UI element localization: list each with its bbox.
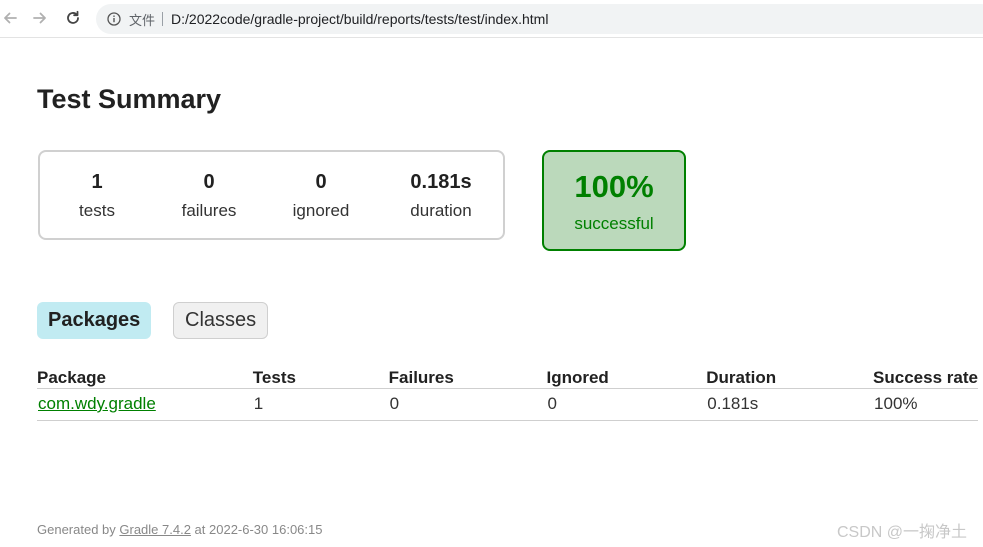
ignored-counter: 0 ignored [272,170,370,221]
browser-toolbar: 文件 D:/2022code/gradle-project/build/repo… [0,0,983,38]
cell-duration: 0.181s [706,388,874,421]
success-rate-box: 100% successful [542,150,686,251]
summary-box: 1 tests 0 failures 0 ignored 0.181s dura… [38,150,505,240]
failures-counter: 0 failures [160,170,258,221]
table-row: com.wdy.gradle 1 0 0 0.181s 100% [37,388,978,421]
tab-classes[interactable]: Classes [173,302,269,339]
address-separator [162,12,164,26]
footer: Generated by Gradle 7.4.2 at 2022-6-30 1… [37,522,323,537]
duration-counter: 0.181s duration [386,170,496,221]
success-rate-value: 100% [574,169,654,204]
header-package: Package [37,366,253,389]
forward-button[interactable] [28,6,52,30]
reload-button[interactable] [61,6,85,30]
failures-value: 0 [203,171,215,193]
header-ignored: Ignored [546,366,707,389]
back-button[interactable] [0,6,22,30]
ignored-value: 0 [315,171,327,193]
header-failures: Failures [388,366,547,389]
tests-value: 1 [91,171,103,193]
cell-ignored: 0 [546,388,707,421]
header-duration: Duration [706,366,874,389]
table-header-row: Package Tests Failures Ignored Duration … [37,366,978,389]
url-text[interactable]: D:/2022code/gradle-project/build/reports… [171,11,548,27]
footer-prefix: Generated by [37,522,120,537]
ignored-label: ignored [292,201,350,220]
tab-packages[interactable]: Packages [37,302,152,339]
duration-label: duration [410,201,472,220]
cell-failures: 0 [388,388,547,421]
info-icon[interactable] [106,12,121,27]
cell-success-rate: 100% [873,388,978,421]
success-rate-label: successful [574,214,654,233]
failures-label: failures [181,201,237,220]
header-tests: Tests [252,366,389,389]
cell-package: com.wdy.gradle [37,388,253,421]
header-success-rate: Success rate [873,366,978,389]
footer-suffix: at 2022-6-30 16:06:15 [190,522,323,537]
gradle-link[interactable]: Gradle 7.4.2 [119,522,191,537]
package-link[interactable]: com.wdy.gradle [38,394,156,413]
packages-table: Package Tests Failures Ignored Duration … [37,366,978,421]
tests-label: tests [79,201,115,220]
address-bar[interactable]: 文件 D:/2022code/gradle-project/build/repo… [96,4,983,34]
duration-value: 0.181s [410,171,472,193]
page-title: Test Summary [37,84,222,114]
arrow-left-icon [4,12,17,24]
cell-tests: 1 [252,388,389,421]
arrow-right-icon [33,12,46,24]
reload-icon [67,10,79,24]
tests-counter: 1 tests [48,170,146,221]
scheme-label: 文件 [129,12,156,28]
watermark: CSDN @一掬净土 [836,524,967,541]
